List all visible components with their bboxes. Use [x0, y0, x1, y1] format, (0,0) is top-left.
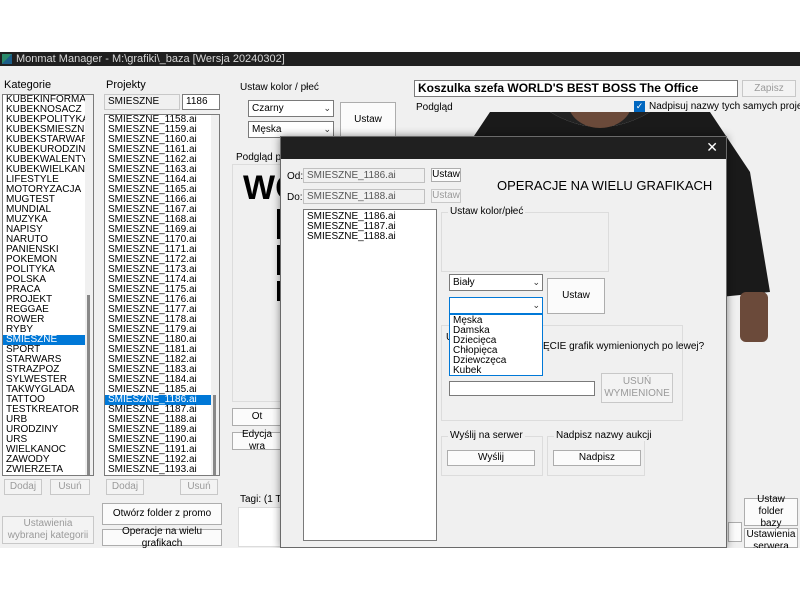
- categories-scrollbar[interactable]: [85, 95, 93, 475]
- projects-filter-field[interactable]: SMIESZNE: [104, 94, 180, 110]
- set-color-button[interactable]: Ustaw: [340, 102, 396, 138]
- chevron-down-icon: ⌄: [323, 124, 331, 134]
- projects-scrollbar[interactable]: [211, 115, 219, 475]
- server-settings-button[interactable]: Ustawienia serwera: [744, 528, 798, 548]
- selected-file-item[interactable]: SMIESZNE_1188.ai: [304, 232, 436, 242]
- app-window: Monmat Manager - M:\grafiki\_baza [Wersj…: [0, 52, 800, 548]
- gender-select-value: Męska: [252, 124, 282, 135]
- auction-group-label: Nadpisz nazwy aukcji: [554, 430, 654, 441]
- project-add-button[interactable]: Dodaj: [106, 479, 144, 495]
- set-to-button[interactable]: Ustaw: [431, 189, 461, 203]
- projects-list[interactable]: SMIESZNE_1158.ai SMIESZNE_1159.ai SMIESZNE…: [104, 114, 220, 476]
- overwrite-checkbox[interactable]: ✓: [634, 101, 645, 112]
- to-label: Do:: [287, 192, 303, 203]
- dialog-title-bar: ✕: [281, 137, 726, 159]
- color-select-value: Czarny: [252, 103, 284, 114]
- overwrite-label: Nadpisuj nazwy tych samych projektów: [649, 101, 800, 112]
- multi-operations-button[interactable]: Operacje na wielu grafikach: [102, 526, 222, 548]
- dialog-gender-select[interactable]: ⌄: [449, 297, 543, 314]
- send-to-server-button[interactable]: Wyślij: [447, 450, 535, 466]
- chevron-down-icon: ⌄: [532, 300, 540, 310]
- dialog-color-select[interactable]: Biały ⌄: [449, 274, 543, 291]
- from-label: Od:: [287, 171, 304, 182]
- from-field[interactable]: SMIESZNE_1186.ai: [303, 168, 425, 183]
- category-remove-button[interactable]: Usuń: [50, 479, 90, 495]
- delete-confirm-field[interactable]: [449, 381, 595, 396]
- gender-option[interactable]: Kubek: [450, 366, 542, 376]
- category-add-button[interactable]: Dodaj: [4, 479, 42, 495]
- right-small-button[interactable]: [728, 522, 742, 542]
- send-group-label: Wyślij na serwer: [448, 430, 525, 441]
- overwrite-auction-names-button[interactable]: Nadpisz: [553, 450, 641, 466]
- dialog-color-value: Biały: [453, 277, 475, 288]
- title-bar: Monmat Manager - M:\grafiki\_baza [Wersj…: [0, 52, 800, 66]
- project-list-item[interactable]: SMIESZNE_1193.ai: [105, 465, 219, 475]
- close-icon[interactable]: ✕: [706, 139, 718, 156]
- chevron-down-icon: ⌄: [532, 277, 540, 287]
- gender-dropdown-list[interactable]: Męska Damska Dziecięca Chłopięca Dziewczęca K…: [449, 314, 543, 376]
- to-field[interactable]: SMIESZNE_1188.ai: [303, 189, 425, 204]
- color-select[interactable]: Czarny ⌄: [248, 100, 334, 117]
- color-group: Ustaw kolor/płeć: [441, 206, 609, 272]
- set-base-folder-button[interactable]: Ustaw folder bazy: [744, 494, 798, 529]
- product-title-field[interactable]: Koszulka szefa WORLD'S BEST BOSS The Off…: [414, 80, 738, 97]
- project-number-field[interactable]: 1186: [182, 94, 220, 110]
- categories-list[interactable]: KUBEKINFORMATY KUBEKNOSACZ KUBEKPOLITYKA KU…: [2, 94, 94, 476]
- delete-listed-button[interactable]: USUŃ WYMIENIONE: [601, 373, 673, 403]
- dialog-set-color-button[interactable]: Ustaw: [547, 278, 605, 314]
- window-title: Monmat Manager - M:\grafiki\_baza [Wersj…: [16, 53, 285, 65]
- edit-button[interactable]: Edycja wra: [232, 429, 282, 452]
- delete-question: ĘCIE grafik wymienionych po lewej?: [543, 341, 705, 352]
- category-list-item[interactable]: ZWIERZETA: [3, 465, 93, 475]
- color-group-label: Ustaw kolor/płeć: [448, 206, 526, 217]
- category-settings-button[interactable]: Ustawienia wybranej kategorii: [2, 516, 94, 544]
- chevron-down-icon: ⌄: [323, 103, 331, 113]
- app-logo-icon: [2, 54, 12, 64]
- open-promo-folder-button[interactable]: Otwórz folder z promo: [102, 503, 222, 525]
- categories-header: Kategorie: [4, 79, 52, 91]
- dialog-title: OPERACJE NA WIELU GRAFIKACH: [497, 178, 713, 193]
- multi-operations-dialog: ✕ Od: SMIESZNE_1186.ai Ustaw Do: SMIESZN…: [280, 136, 727, 548]
- projects-header: Projekty: [106, 79, 146, 91]
- project-remove-button[interactable]: Usuń: [180, 479, 218, 495]
- color-gender-header: Ustaw kolor / płeć: [240, 82, 319, 93]
- selected-files-list[interactable]: SMIESZNE_1186.ai SMIESZNE_1187.ai SMIESZNE…: [303, 209, 437, 541]
- open-graphic-button[interactable]: Ot: [232, 408, 282, 426]
- tags-field[interactable]: [238, 507, 282, 547]
- graphic-preview-panel: WO: [232, 164, 302, 402]
- save-button[interactable]: Zapisz: [742, 80, 796, 97]
- set-from-button[interactable]: Ustaw: [431, 168, 461, 182]
